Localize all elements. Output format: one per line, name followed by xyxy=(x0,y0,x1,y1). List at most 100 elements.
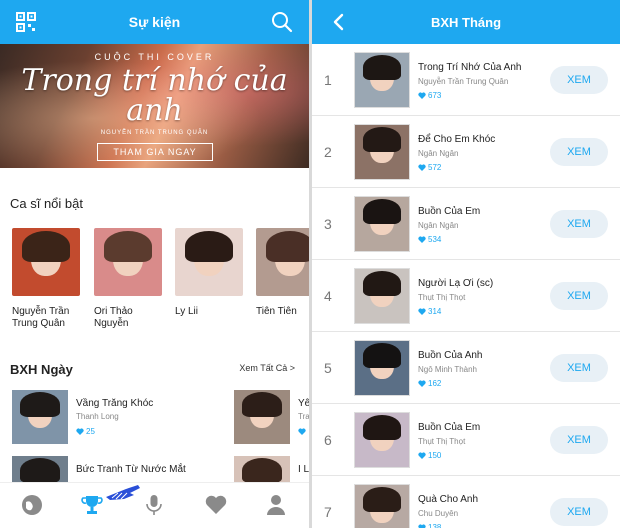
like-count: 314 xyxy=(418,307,441,316)
page-title: Sự kiện xyxy=(128,14,181,30)
monthly-chart-screen: BXH Tháng 1 Trong Trí Nhớ Của Anh Nguyễn… xyxy=(312,0,620,528)
view-button[interactable]: XEM xyxy=(550,66,608,94)
microphone-icon[interactable] xyxy=(142,493,166,517)
song-artist: Ngân Ngân xyxy=(418,221,459,230)
chart-row[interactable]: 5 Buồn Của Anh Ngô Minh Thành 162 XEM xyxy=(312,332,620,404)
chart-row[interactable]: 1 Trong Trí Nhớ Của Anh Nguyễn Trần Trun… xyxy=(312,44,620,116)
chart-row[interactable]: 4 Người Lạ Ơi (sc) Thụt Thị Thọt 314 XEM xyxy=(312,260,620,332)
song-artist: Thụt Thị Thọt xyxy=(418,437,466,446)
view-button[interactable]: XEM xyxy=(550,426,608,454)
profile-icon[interactable] xyxy=(264,493,288,517)
chart-row[interactable]: 7 Quà Cho Anh Chu Duyên 138 XEM xyxy=(312,476,620,528)
singer-avatar xyxy=(256,228,309,296)
song-artist: Tra xyxy=(298,412,309,421)
like-count-value: 572 xyxy=(428,163,442,172)
bottom-tab-bar xyxy=(0,482,309,528)
like-count: 673 xyxy=(418,91,441,100)
view-button[interactable]: XEM xyxy=(550,498,608,526)
singer-name: Nguyễn Trần Trung Quân xyxy=(12,306,70,329)
page-title: BXH Tháng xyxy=(430,14,502,30)
song-artist: Nguyễn Trần Trung Quân xyxy=(418,77,509,86)
like-count-value: 534 xyxy=(428,235,442,244)
like-count xyxy=(298,427,308,436)
song-artist: Ngân Ngân xyxy=(418,149,459,158)
rank-number: 7 xyxy=(324,504,332,520)
song-thumbnail xyxy=(234,390,290,444)
song-artist: Thụt Thị Thọt xyxy=(418,293,466,302)
song-title: Buồn Của Em xyxy=(418,422,481,433)
view-button[interactable]: XEM xyxy=(550,282,608,310)
heart-icon xyxy=(76,428,84,435)
like-count: 534 xyxy=(418,235,441,244)
view-button[interactable]: XEM xyxy=(550,354,608,382)
like-count-value: 162 xyxy=(428,379,442,388)
singer-card[interactable]: Ly Lii xyxy=(175,228,243,318)
song-title: Để Cho Em Khóc xyxy=(418,134,496,145)
like-count: 162 xyxy=(418,379,441,388)
heart-icon xyxy=(418,236,426,243)
daily-chart-row[interactable]: Vầng Trăng Khóc Thanh Long 25 Yê Tra xyxy=(12,390,309,446)
song-title: Quà Cho Anh xyxy=(418,494,479,505)
banner-subtitle: CUỘC THI COVER xyxy=(94,52,215,62)
like-count: 25 xyxy=(76,427,95,436)
singer-name: Ori Thảo Nguyễn xyxy=(94,306,133,329)
singer-card[interactable]: Ori Thảo Nguyễn xyxy=(94,228,162,330)
see-all-link[interactable]: Xem Tất Cả > xyxy=(239,363,295,373)
singer-name: Ly Lii xyxy=(175,306,198,317)
rank-number: 1 xyxy=(324,72,332,88)
like-count-value: 314 xyxy=(428,307,442,316)
singer-name: Tiên Tiên xyxy=(256,306,297,317)
top-bar: BXH Tháng xyxy=(312,0,620,44)
back-icon[interactable] xyxy=(332,13,346,31)
like-count-value: 673 xyxy=(428,91,442,100)
featured-singers-heading: Ca sĩ nổi bật xyxy=(10,196,83,211)
singer-card[interactable]: Tiên Tiên xyxy=(256,228,309,318)
view-button[interactable]: XEM xyxy=(550,210,608,238)
song-title: Vầng Trăng Khóc xyxy=(76,398,154,409)
banner-artist: NGUYỄN TRẦN TRUNG QUÂN xyxy=(100,130,209,136)
heart-icon xyxy=(418,92,426,99)
event-banner[interactable]: CUỘC THI COVER Trong trí nhớ của anh NGU… xyxy=(0,44,309,168)
heart-icon xyxy=(298,428,306,435)
view-button[interactable]: XEM xyxy=(550,138,608,166)
song-title: Trong Trí Nhớ Của Anh xyxy=(418,62,522,73)
song-artist: Ngô Minh Thành xyxy=(418,365,477,374)
like-count-value: 138 xyxy=(428,523,442,528)
song-title: Buồn Của Anh xyxy=(418,350,483,361)
singer-avatar xyxy=(12,228,80,296)
heart-icon[interactable] xyxy=(204,493,228,517)
daily-chart-heading: BXH Ngày xyxy=(10,362,73,377)
song-thumbnail xyxy=(354,124,410,180)
rank-number: 5 xyxy=(324,360,332,376)
song-thumbnail xyxy=(354,268,410,324)
singer-avatar xyxy=(94,228,162,296)
events-screen: Sự kiện CUỘC THI COVER Trong trí nhớ của… xyxy=(0,0,309,528)
song-thumbnail xyxy=(354,484,410,528)
song-title: Buồn Của Em xyxy=(418,206,481,217)
song-thumbnail xyxy=(354,412,410,468)
pointing-hand-icon xyxy=(106,485,140,500)
song-artist: Thanh Long xyxy=(76,412,119,421)
rank-number: 6 xyxy=(324,432,332,448)
chart-row[interactable]: 2 Để Cho Em Khóc Ngân Ngân 572 XEM xyxy=(312,116,620,188)
heart-icon xyxy=(418,164,426,171)
join-now-button[interactable]: THAM GIA NGAY xyxy=(97,143,213,161)
like-count: 138 xyxy=(418,523,441,528)
banner-title: Trong trí nhớ của anh xyxy=(21,63,288,128)
chart-row[interactable]: 3 Buồn Của Em Ngân Ngân 534 XEM xyxy=(312,188,620,260)
globe-icon[interactable] xyxy=(20,493,44,517)
rank-number: 4 xyxy=(324,288,332,304)
heart-icon xyxy=(418,380,426,387)
like-count: 150 xyxy=(418,451,441,460)
search-icon[interactable] xyxy=(271,11,293,33)
like-count: 572 xyxy=(418,163,441,172)
singer-card[interactable]: Nguyễn Trần Trung Quân xyxy=(12,228,80,330)
song-title: I L xyxy=(298,464,309,475)
rank-number: 3 xyxy=(324,216,332,232)
qr-code-icon[interactable] xyxy=(16,12,36,32)
chart-row[interactable]: 6 Buồn Của Em Thụt Thị Thọt 150 XEM xyxy=(312,404,620,476)
top-bar: Sự kiện xyxy=(0,0,309,44)
song-title: Yê xyxy=(298,398,309,409)
trophy-icon[interactable] xyxy=(80,493,104,517)
heart-icon xyxy=(418,452,426,459)
